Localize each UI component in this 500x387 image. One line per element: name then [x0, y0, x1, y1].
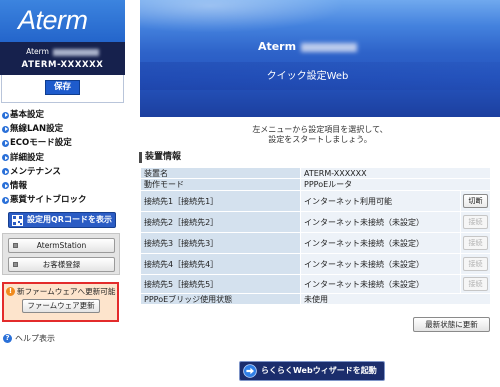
customer-registration-label: お客様登録 — [42, 260, 81, 269]
row-label-connection-4: 接続先4［接続先4］ — [140, 253, 301, 275]
save-panel: 保存 — [1, 75, 124, 103]
aterm-logo: Aterm — [18, 5, 88, 35]
row-value-device-name: ATERM-XXXXXX — [300, 167, 491, 179]
external-links-panel: AtermStation お客様登録 — [2, 233, 120, 275]
firmware-update-button[interactable]: ファームウェア更新 — [22, 299, 100, 313]
refresh-status-button[interactable]: 最新状態に更新 — [413, 317, 490, 332]
row-action-cell: 接続 — [460, 253, 491, 275]
show-qr-code-button[interactable]: 設定用QRコードを表示 — [8, 212, 116, 228]
header-model-title: Aterm — [140, 40, 475, 54]
row-value-connection-3: インターネット未接続（未設定） — [300, 232, 461, 254]
table-row: 接続先4［接続先4］ インターネット未接続（未設定） 接続 — [140, 253, 491, 275]
sidebar-item-advanced-settings[interactable]: 詳細設定 — [0, 151, 125, 165]
intro-message: 左メニューから設定項目を選択して、 設定をスタートしましょう。 — [140, 125, 500, 145]
row-action-cell: 接続 — [460, 211, 491, 233]
help-icon: ? — [3, 334, 12, 343]
row-label-connection-1: 接続先1［接続先1］ — [140, 190, 301, 212]
sidebar-item-label: ECOモード設定 — [10, 138, 72, 149]
wizard-button-label: らくらくWebウィザードを起動 — [261, 366, 377, 375]
disconnect-button-1[interactable]: 切断 — [463, 194, 488, 208]
device-id: ATERM-XXXXXX — [21, 60, 104, 70]
aterm-logo-panel: Aterm — [0, 0, 125, 42]
row-value-operation-mode: PPPoEルータ — [300, 178, 491, 191]
sidebar-item-label: 悪質サイトブロック — [10, 195, 87, 206]
circle-arrow-icon — [2, 139, 9, 147]
sidebar-item-malicious-site-block[interactable]: 悪質サイトブロック — [0, 193, 125, 207]
header-subtitle: クイック設定Web — [266, 71, 349, 82]
aterm-station-label: AtermStation — [36, 241, 87, 250]
circle-arrow-icon — [243, 364, 257, 378]
help-label: ヘルプ表示 — [15, 334, 55, 343]
intro-line: 設定をスタートしましょう。 — [268, 135, 372, 144]
device-info-bar: Aterm ATERM-XXXXXX — [0, 42, 125, 75]
circle-arrow-icon — [2, 111, 9, 119]
table-row: 接続先2［接続先2］ インターネット未接続（未設定） 接続 — [140, 211, 491, 233]
circle-arrow-icon — [2, 196, 9, 204]
row-label-connection-3: 接続先3［接続先3］ — [140, 232, 301, 254]
sidebar-item-label: メンテナンス — [10, 166, 61, 177]
connect-button-5[interactable]: 接続 — [463, 277, 488, 291]
save-button[interactable]: 保存 — [45, 80, 80, 95]
qr-button-label: 設定用QRコードを表示 — [27, 215, 112, 224]
redacted-model-name — [52, 48, 99, 56]
firmware-update-notice: ! 新ファームウェアへ更新可能 ファームウェア更新 — [2, 282, 119, 322]
sidebar-item-label: 詳細設定 — [10, 152, 45, 163]
row-value-pppoe-bridge: 未使用 — [300, 293, 491, 305]
sidebar-item-wireless-lan[interactable]: 無線LAN設定 — [0, 122, 125, 136]
table-row: 装置名 ATERM-XXXXXX — [140, 167, 491, 179]
device-info-table: 装置名 ATERM-XXXXXX 動作モード PPPoEルータ 接続先1［接続先… — [140, 167, 491, 305]
section-title-device-info: 装置情報 — [145, 152, 182, 162]
section-title-marker — [139, 152, 142, 163]
row-value-connection-5: インターネット未接続（未設定） — [300, 274, 461, 294]
sidebar-item-label: 基本設定 — [10, 110, 45, 120]
sidebar-item-label: 無線LAN設定 — [10, 124, 64, 135]
table-row: 接続先1［接続先1］ インターネット利用可能 切断 — [140, 190, 491, 212]
circle-arrow-icon — [2, 154, 9, 162]
device-model-line: Aterm — [0, 47, 125, 57]
exclamation-icon: ! — [6, 287, 15, 296]
qr-code-icon — [12, 214, 23, 226]
button-bullet-icon — [13, 243, 18, 248]
table-row: 接続先3［接続先3］ インターネット未接続（未設定） 接続 — [140, 232, 491, 254]
page-header-banner: Aterm クイック設定Web — [140, 0, 500, 117]
sidebar-item-basic-settings[interactable]: 基本設定 — [0, 108, 125, 122]
button-bullet-icon — [13, 262, 18, 267]
table-row: 動作モード PPPoEルータ — [140, 178, 491, 191]
header-brand: Aterm — [257, 40, 297, 53]
sidebar-item-information[interactable]: 情報 — [0, 179, 125, 193]
redacted-model-name — [301, 42, 358, 52]
circle-arrow-icon — [2, 168, 9, 176]
row-action-cell: 接続 — [460, 274, 491, 294]
sidebar-item-label: 情報 — [10, 180, 28, 191]
row-action-cell: 接続 — [460, 232, 491, 254]
connect-button-2[interactable]: 接続 — [463, 215, 488, 229]
sidebar-item-maintenance[interactable]: メンテナンス — [0, 165, 125, 179]
row-label-pppoe-bridge: PPPoEブリッジ使用状態 — [140, 293, 301, 305]
firmware-notice-text: 新ファームウェアへ更新可能 — [17, 287, 116, 296]
row-label-connection-2: 接続先2［接続先2］ — [140, 211, 301, 233]
row-value-connection-1: インターネット利用可能 — [300, 190, 461, 212]
circle-arrow-icon — [2, 125, 9, 133]
row-value-connection-4: インターネット未接続（未設定） — [300, 253, 461, 275]
table-row: 接続先5［接続先5］ インターネット未接続（未設定） 接続 — [140, 274, 491, 294]
row-action-cell: 切断 — [460, 190, 491, 212]
aterm-station-button[interactable]: AtermStation — [8, 238, 115, 253]
row-label-device-name: 装置名 — [140, 167, 301, 179]
row-label-operation-mode: 動作モード — [140, 178, 301, 191]
row-value-connection-2: インターネット未接続（未設定） — [300, 211, 461, 233]
sidebar-menu: 基本設定 無線LAN設定 ECOモード設定 詳細設定 メンテナンス 情報 悪質サ… — [0, 108, 125, 207]
device-brand: Aterm — [26, 47, 49, 56]
customer-registration-button[interactable]: お客様登録 — [8, 257, 115, 272]
sidebar-item-eco-mode[interactable]: ECOモード設定 — [0, 136, 125, 150]
help-link[interactable]: ? ヘルプ表示 — [3, 333, 55, 344]
connect-button-3[interactable]: 接続 — [463, 236, 488, 250]
connect-button-4[interactable]: 接続 — [463, 257, 488, 271]
launch-web-wizard-button[interactable]: らくらくWebウィザードを起動 — [239, 361, 385, 381]
table-row: PPPoEブリッジ使用状態 未使用 — [140, 293, 491, 305]
row-label-connection-5: 接続先5［接続先5］ — [140, 274, 301, 294]
intro-line: 左メニューから設定項目を選択して、 — [252, 125, 388, 134]
circle-arrow-icon — [2, 182, 9, 190]
